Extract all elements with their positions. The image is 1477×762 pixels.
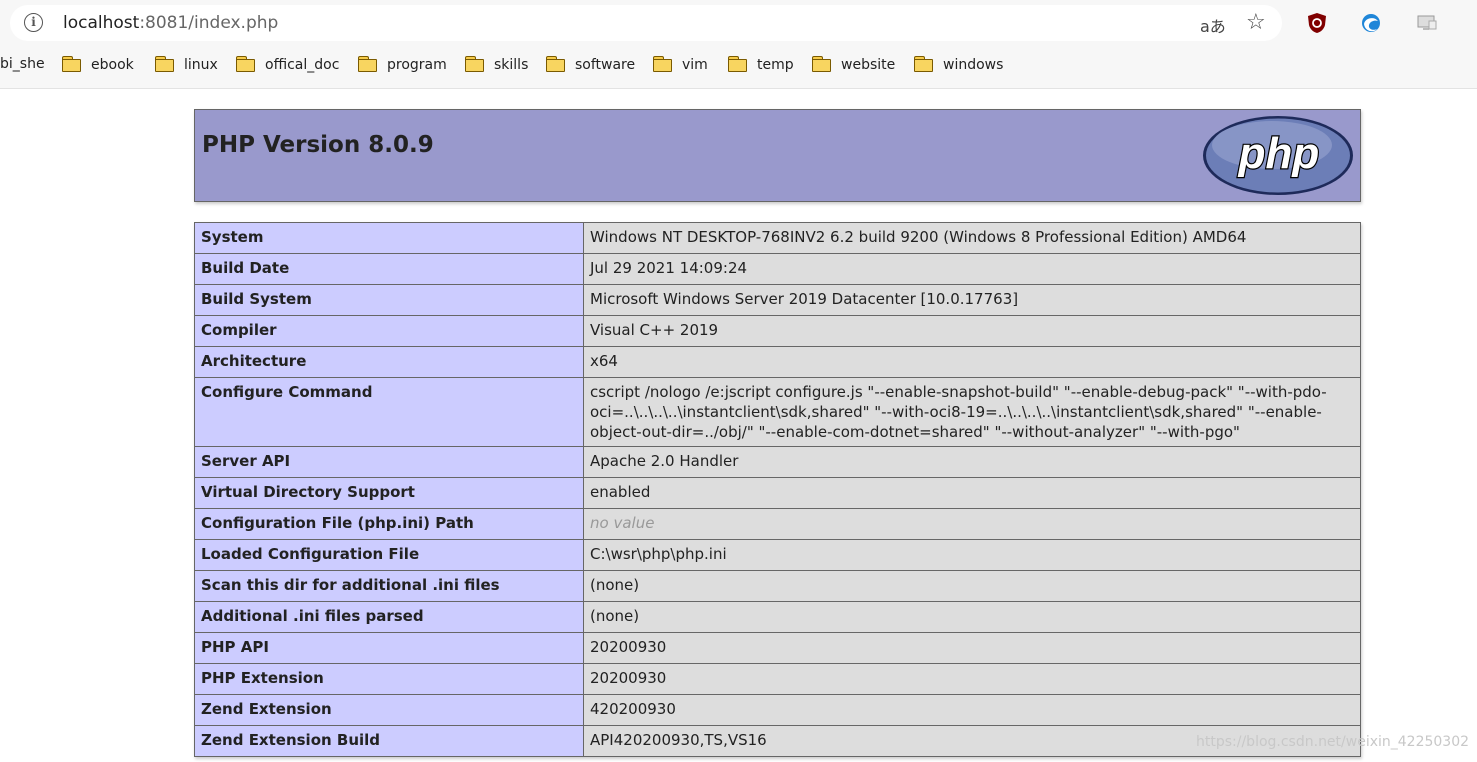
- config-value: C:\wsr\php\php.ini: [583, 539, 1361, 571]
- screen-share-icon[interactable]: [1416, 12, 1438, 34]
- folder-icon: [546, 56, 566, 72]
- address-bar[interactable]: i localhost:8081/index.php aあ ☆: [10, 5, 1282, 41]
- config-value: no value: [583, 508, 1361, 540]
- url-path: :8081/index.php: [139, 13, 279, 33]
- table-row: Server API Apache 2.0 Handler: [194, 446, 1361, 478]
- phpinfo-container: PHP Version 8.0.9 php: [194, 109, 1361, 202]
- page-title: PHP Version 8.0.9: [202, 132, 434, 158]
- table-row: PHP API 20200930: [194, 632, 1361, 664]
- config-key: System: [194, 222, 584, 254]
- bookmark-software[interactable]: software: [546, 56, 635, 76]
- table-row: PHP Extension 20200930: [194, 663, 1361, 695]
- browser-toolbar: i localhost:8081/index.php aあ ☆: [0, 0, 1477, 46]
- bookmarks-bar: bi_she ebook linux offical_doc program s…: [0, 46, 1477, 89]
- config-value: 420200930: [583, 694, 1361, 726]
- bookmark-label: skills: [494, 57, 529, 73]
- bookmark-label: website: [841, 57, 896, 73]
- bookmark-label: linux: [184, 57, 218, 73]
- config-key: Server API: [194, 446, 584, 478]
- url-text[interactable]: localhost:8081/index.php: [63, 13, 278, 33]
- folder-icon: [465, 56, 485, 72]
- bookmark-linux[interactable]: linux: [155, 56, 218, 76]
- bookmark-website[interactable]: website: [812, 56, 895, 76]
- config-key: Build System: [194, 284, 584, 316]
- bookmark-label: offical_doc: [265, 57, 340, 73]
- table-row: Build System Microsoft Windows Server 201…: [194, 284, 1361, 316]
- config-key: PHP Extension: [194, 663, 584, 695]
- folder-icon: [62, 56, 82, 72]
- bookmark-windows[interactable]: windows: [914, 56, 1003, 76]
- config-key: Loaded Configuration File: [194, 539, 584, 571]
- bookmark-ebook[interactable]: ebook: [62, 56, 134, 76]
- site-info-icon[interactable]: i: [24, 13, 43, 32]
- table-row: Configuration File (php.ini) Path no valu…: [194, 508, 1361, 540]
- php-logo-text: php: [1238, 129, 1320, 178]
- bookmark-bi-she[interactable]: bi_she: [0, 56, 45, 76]
- no-value-text: no value: [590, 514, 655, 532]
- table-row: Virtual Directory Support enabled: [194, 477, 1361, 509]
- bookmark-label: windows: [943, 57, 1004, 73]
- table-row: Zend Extension 420200930: [194, 694, 1361, 726]
- bookmark-label: software: [575, 57, 636, 73]
- bookmark-vim[interactable]: vim: [653, 56, 708, 76]
- folder-icon: [812, 56, 832, 72]
- config-key: Compiler: [194, 315, 584, 347]
- php-logo: php: [1203, 116, 1353, 195]
- config-value: enabled: [583, 477, 1361, 509]
- config-key: Virtual Directory Support: [194, 477, 584, 509]
- config-value: (none): [583, 601, 1361, 633]
- config-value: cscript /nologo /e:jscript configure.js …: [583, 377, 1361, 447]
- config-key: Architecture: [194, 346, 584, 378]
- config-value: Visual C++ 2019: [583, 315, 1361, 347]
- config-value: Windows NT DESKTOP-768INV2 6.2 build 920…: [583, 222, 1361, 254]
- config-value: (none): [583, 570, 1361, 602]
- config-key: Configuration File (php.ini) Path: [194, 508, 584, 540]
- config-value: Apache 2.0 Handler: [583, 446, 1361, 478]
- add-favorite-icon[interactable]: ☆: [1246, 10, 1266, 35]
- table-row: System Windows NT DESKTOP-768INV2 6.2 bui…: [194, 222, 1361, 254]
- edge-extension-icon[interactable]: [1360, 12, 1382, 34]
- config-key: Scan this dir for additional .ini files: [194, 570, 584, 602]
- bookmark-label: program: [387, 57, 447, 73]
- config-key: Additional .ini files parsed: [194, 601, 584, 633]
- config-value: 20200930: [583, 632, 1361, 664]
- table-row: Build Date Jul 29 2021 14:09:24: [194, 253, 1361, 285]
- config-key: Zend Extension Build: [194, 725, 584, 757]
- watermark-text: https://blog.csdn.net/weixin_42250302: [1196, 734, 1470, 750]
- config-key: Build Date: [194, 253, 584, 285]
- config-value: x64: [583, 346, 1361, 378]
- bookmark-label: vim: [682, 57, 708, 73]
- bookmark-label: bi_she: [0, 56, 45, 72]
- table-row: Configure Command cscript /nologo /e:jscr…: [194, 377, 1361, 447]
- folder-icon: [728, 56, 748, 72]
- config-key: PHP API: [194, 632, 584, 664]
- config-value: 20200930: [583, 663, 1361, 695]
- table-row: Compiler Visual C++ 2019: [194, 315, 1361, 347]
- ublock-origin-icon[interactable]: [1306, 12, 1328, 34]
- folder-icon: [914, 56, 934, 72]
- folder-icon: [236, 56, 256, 72]
- bookmark-label: ebook: [91, 57, 134, 73]
- config-key: Configure Command: [194, 377, 584, 447]
- bookmark-offical-doc[interactable]: offical_doc: [236, 56, 339, 76]
- table-row: Additional .ini files parsed (none): [194, 601, 1361, 633]
- folder-icon: [358, 56, 378, 72]
- bookmark-label: temp: [757, 57, 794, 73]
- config-value: Microsoft Windows Server 2019 Datacenter…: [583, 284, 1361, 316]
- php-version-header: PHP Version 8.0.9 php: [194, 109, 1361, 202]
- bookmark-program[interactable]: program: [358, 56, 447, 76]
- table-row: Scan this dir for additional .ini files(…: [194, 570, 1361, 602]
- url-host: localhost: [63, 13, 140, 33]
- folder-icon: [155, 56, 175, 72]
- bookmark-skills[interactable]: skills: [465, 56, 528, 76]
- config-key: Zend Extension: [194, 694, 584, 726]
- config-value: Jul 29 2021 14:09:24: [583, 253, 1361, 285]
- table-row: Loaded Configuration File C:\wsr\php\php.…: [194, 539, 1361, 571]
- table-row: Architecture x64: [194, 346, 1361, 378]
- bookmark-temp[interactable]: temp: [728, 56, 794, 76]
- translate-icon[interactable]: aあ: [1200, 13, 1226, 37]
- table-row: Zend Extension Build API420200930,TS,VS16: [194, 725, 1361, 757]
- folder-icon: [653, 56, 673, 72]
- php-config-table: System Windows NT DESKTOP-768INV2 6.2 bui…: [194, 222, 1361, 757]
